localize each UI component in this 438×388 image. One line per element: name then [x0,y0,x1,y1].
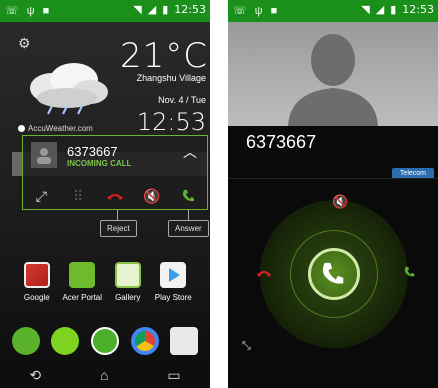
battery-icon: ▮ [162,4,169,16]
hang-up-icon [106,194,123,200]
gallery-icon [114,262,141,288]
collapse-icon[interactable]: ⤡ [242,340,251,353]
incoming-call-card[interactable]: 6373667 INCOMING CALL ︿ ⤢ ⠿ 🔇 [22,135,208,210]
cloud-weather-icon [30,63,108,115]
accuweather-icon [18,125,25,132]
weather-date: Nov. 4 / Tue [158,95,206,105]
expand-icon[interactable]: ⤢ [30,186,52,206]
wifi-icon: ◥ [361,4,370,16]
usb-icon: ψ [26,4,35,17]
status-bar: ☏ ψ ■ ◥ ◢ ▮ 12:53 [228,0,438,22]
reject-button[interactable] [104,186,126,206]
app-google[interactable]: Google [14,262,60,302]
home-icon[interactable]: ⌂ [100,367,108,383]
phone-icon: ☏ [5,5,19,17]
mute-ringer-icon[interactable]: 🔇 [332,194,348,210]
chrome-icon[interactable] [130,327,159,355]
google-icon [23,262,50,288]
caller-avatar [31,142,57,168]
call-actions: ⤢ ⠿ 🔇 [23,186,207,206]
clock: 12:53 [136,108,206,136]
status-bar: ☏ ψ ■ ◥ ◢ ▮ 12:53 [0,0,210,22]
messaging-app-icon[interactable] [51,327,80,355]
keypad-icon: ⠿ [73,187,84,204]
mute-ringer-icon[interactable]: 🔇 [141,186,163,206]
answer-button[interactable] [178,186,200,206]
phone-app-icon[interactable] [11,327,40,355]
answer-tooltip: Answer [168,220,209,237]
recents-icon[interactable]: ▭ [167,367,180,384]
status-time: 12:53 [402,3,434,16]
phone-icon [322,262,344,284]
weather-location: Zhangshu Village [136,73,206,83]
navigation-bar: ⟲ ⌂ ▭ [0,362,210,388]
incoming-call-screen: ☏ ψ ■ ◥ ◢ ▮ 12:53 6373667 Telecom 🔇 ⤡ [228,0,438,388]
acer-portal-icon [69,262,96,288]
answer-call-icon[interactable] [404,265,416,281]
phone-answer-icon [182,190,194,202]
signal-icon: ◢ [375,4,385,16]
weather-provider[interactable]: AccuWeather.com [18,124,93,133]
temperature: 21°C [120,36,209,76]
weather-provider-label: AccuWeather.com [28,124,93,133]
person-icon [37,148,51,164]
notification-icon: ■ [42,4,50,17]
back-icon[interactable]: ⟲ [29,367,41,384]
divider [228,178,438,179]
chevron-up-icon[interactable]: ︿ [183,142,197,162]
signal-icon: ◢ [147,4,157,16]
person-silhouette-icon [288,34,378,126]
battery-icon: ▮ [390,4,397,16]
caller-photo [228,22,438,126]
gear-icon[interactable]: ⚙ [18,35,31,52]
incoming-call-label: INCOMING CALL [67,159,132,168]
app-label: Acer Portal [62,293,103,302]
app-label: Google [23,293,50,302]
app-label: Play Store [154,293,192,302]
caller-number: 6373667 [246,132,317,152]
status-time: 12:53 [174,3,206,16]
reject-tooltip: Reject [100,220,137,237]
app-label: Gallery [115,293,141,302]
home-screen-panel: ☏ ψ ■ ◥ ◢ ▮ 12:53 ⚙ AccuWeather.com 21°C… [0,0,210,388]
app-gallery[interactable]: Gallery [105,262,151,302]
phone-icon: ☏ [233,5,247,17]
caller-number: 6373667 [67,144,118,159]
reject-call-icon[interactable] [256,265,272,281]
call-handle-button[interactable] [308,248,360,300]
wifi-icon: ◥ [133,4,142,16]
usb-icon: ψ [254,4,263,17]
notification-icon: ■ [270,4,278,17]
play-store-icon [160,262,187,288]
app-row: Google Acer Portal Gallery Play Store [0,262,210,302]
app-acer-portal[interactable]: Acer Portal [60,262,106,302]
camera-icon[interactable] [170,327,199,355]
app-play-store[interactable]: Play Store [151,262,197,302]
dock [0,322,210,360]
app-drawer-icon[interactable] [90,327,119,355]
